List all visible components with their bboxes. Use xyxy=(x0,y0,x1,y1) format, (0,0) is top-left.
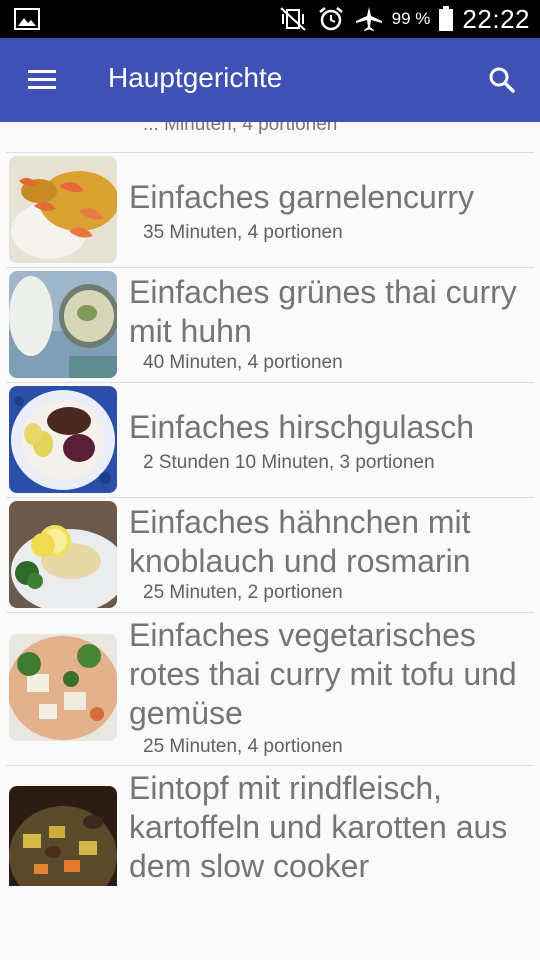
recipe-meta: ... Minuten, 4 portionen xyxy=(143,122,338,135)
divider xyxy=(6,267,534,268)
list-item[interactable]: Einfaches hirschgulasch 2 Stunden 10 Min… xyxy=(0,382,540,497)
vibrate-icon xyxy=(279,7,306,31)
list-item[interactable]: Einfaches hähnchen mit knoblauch und ros… xyxy=(0,497,540,612)
menu-icon[interactable] xyxy=(22,64,62,96)
page-title: Hauptgerichte xyxy=(108,62,283,93)
recipe-name: Einfaches vegetarisches rotes thai curry… xyxy=(129,617,517,731)
list-item[interactable]: Eintopf mit rindfleisch, kartoffeln und … xyxy=(0,765,540,886)
recipe-thumbnail xyxy=(9,634,117,741)
recipe-thumbnail xyxy=(9,271,117,378)
recipe-thumbnail xyxy=(9,386,117,493)
recipe-meta: 25 Minuten, 2 portionen xyxy=(143,582,343,603)
recipe-name: Einfaches grünes thai curry mit huhn xyxy=(129,274,517,349)
recipe-meta: 25 Minuten, 4 portionen xyxy=(143,736,343,757)
recipe-name: Einfaches garnelencurry xyxy=(129,179,475,215)
divider xyxy=(6,765,534,766)
clock: 22:22 xyxy=(462,3,530,34)
picture-icon xyxy=(14,8,40,30)
recipe-name: Einfaches hirschgulasch xyxy=(129,409,475,445)
recipe-name: Einfaches hähnchen mit knoblauch und ros… xyxy=(129,504,471,579)
search-icon[interactable] xyxy=(482,62,522,98)
divider xyxy=(6,382,534,383)
list-item[interactable]: Einfaches vegetarisches rotes thai curry… xyxy=(0,612,540,765)
divider xyxy=(6,152,534,153)
list-item-partial[interactable]: ... Minuten, 4 portionen xyxy=(0,122,540,153)
status-bar: 99 % 22:22 xyxy=(0,0,540,38)
recipe-thumbnail xyxy=(9,501,117,608)
recipe-meta: 35 Minuten, 4 portionen xyxy=(143,222,343,243)
alarm-icon xyxy=(318,7,343,31)
divider xyxy=(6,497,534,498)
recipe-name: Eintopf mit rindfleisch, kartoffeln und … xyxy=(129,770,508,884)
list-item[interactable]: Einfaches garnelencurry 35 Minuten, 4 po… xyxy=(0,152,540,267)
recipe-thumbnail xyxy=(9,156,117,263)
recipe-thumbnail xyxy=(9,786,117,886)
recipe-list[interactable]: ... Minuten, 4 portionen Einfaches garne… xyxy=(0,122,540,886)
recipe-meta: 40 Minuten, 4 portionen xyxy=(143,352,343,373)
battery-percent: 99 % xyxy=(391,9,431,28)
recipe-meta: 2 Stunden 10 Minuten, 3 portionen xyxy=(143,452,435,473)
airplane-icon xyxy=(355,7,382,31)
list-item[interactable]: Einfaches grünes thai curry mit huhn 40 … xyxy=(0,267,540,382)
divider xyxy=(6,612,534,613)
app-bar: Hauptgerichte xyxy=(0,38,540,122)
battery-icon xyxy=(439,6,454,31)
